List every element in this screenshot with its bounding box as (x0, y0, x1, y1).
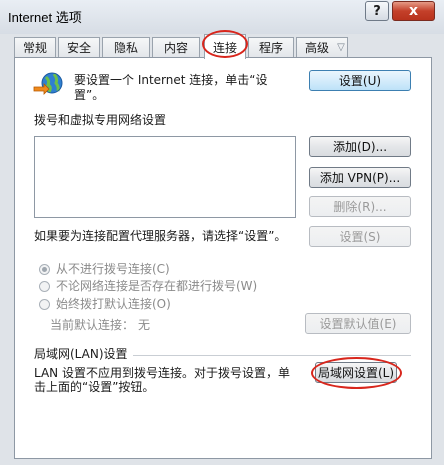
radio-always-dial[interactable] (39, 299, 50, 310)
tab-general[interactable]: 常规 (14, 37, 56, 57)
current-default-label: 当前默认连接： (50, 318, 135, 332)
network-globe-icon (32, 71, 66, 95)
lan-description-line2: 击上面的“设置”按钮。 (34, 380, 155, 394)
close-button[interactable]: x (392, 1, 435, 21)
radio-never-dial-label: 从不进行拨号连接(C) (56, 262, 170, 276)
radio-never-dial[interactable] (39, 264, 50, 275)
lan-separator (133, 355, 411, 356)
setup-description: 要设置一个 Internet 连接，单击“设置”。 (74, 73, 268, 102)
add-vpn-button[interactable]: 添加 VPN(P)... (309, 167, 411, 188)
lan-settings-button[interactable]: 局域网设置(L) (315, 362, 397, 383)
tab-scroll-right-icon[interactable]: ▽ (334, 40, 348, 54)
proxy-description: 如果要为连接配置代理服务器，请选择“设置”。 (34, 229, 287, 243)
lan-heading: 局域网(LAN)设置 (34, 347, 128, 361)
radio-dial-whenever-label: 不论网络连接是否存在都进行拨号(W) (56, 279, 258, 293)
connection-list[interactable] (34, 136, 296, 218)
set-default-button[interactable]: 设置默认值(E) (305, 313, 411, 334)
dialup-heading: 拨号和虚拟专用网络设置 (34, 113, 167, 127)
delete-button[interactable]: 删除(R)... (309, 196, 411, 217)
tab-privacy[interactable]: 隐私 (102, 37, 150, 57)
help-button[interactable]: ? (365, 1, 389, 21)
tab-connections[interactable]: 连接 (204, 34, 246, 59)
current-default-value: 无 (138, 318, 151, 332)
radio-dial-whenever[interactable] (39, 281, 50, 292)
add-button[interactable]: 添加(D)... (309, 136, 411, 157)
setup-button[interactable]: 设置(U) (309, 70, 411, 91)
settings-button[interactable]: 设置(S) (309, 226, 411, 247)
tab-programs[interactable]: 程序 (248, 37, 294, 57)
tab-security[interactable]: 安全 (58, 37, 100, 57)
tab-content[interactable]: 内容 (152, 37, 200, 57)
lan-description-line1: LAN 设置不应用到拨号连接。对于拨号设置，单 (34, 366, 290, 380)
radio-always-dial-label: 始终拨打默认连接(O) (56, 297, 171, 311)
window-title: Internet 选项 (8, 10, 82, 25)
